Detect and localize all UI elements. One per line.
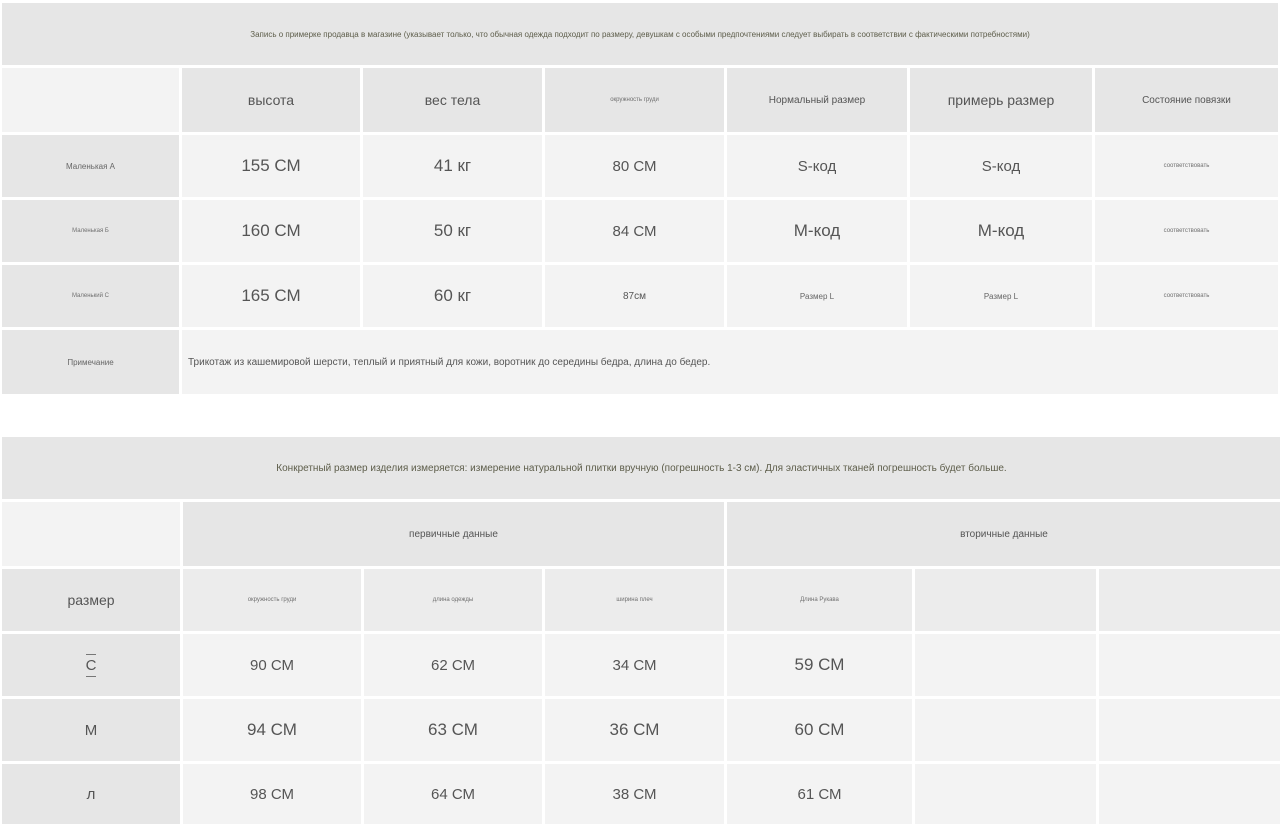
- cell-length: 63 СМ: [364, 699, 542, 761]
- fitting-corner-cell: [2, 68, 179, 132]
- cell-fit-state: соответствовать: [1095, 265, 1278, 327]
- cell-fit-state: соответствовать: [1095, 200, 1278, 262]
- empty-header-cell: [1099, 569, 1280, 631]
- cell-shoulder: 38 СМ: [545, 764, 724, 824]
- measurements-banner: Конкретный размер изделия измеряется: из…: [2, 437, 1280, 499]
- header-bust: окружность груди: [183, 569, 361, 631]
- fitting-table: Запись о примерке продавца в магазине (у…: [2, 3, 1278, 394]
- cell-normal-size: М-код: [727, 200, 907, 262]
- empty-cell: [1099, 634, 1280, 696]
- empty-cell: [915, 764, 1096, 824]
- cell-sleeve: 60 СМ: [727, 699, 912, 761]
- row-label: Маленькая Б: [2, 200, 179, 262]
- cell-weight: 41 кг: [363, 135, 542, 197]
- cell-normal-size: S-код: [727, 135, 907, 197]
- cell-fit-state: соответствовать: [1095, 135, 1278, 197]
- size-label: С: [2, 634, 180, 696]
- group-primary-data: первичные данные: [183, 502, 724, 566]
- cell-bust: 90 СМ: [183, 634, 361, 696]
- size-column-label: размер: [2, 569, 180, 631]
- empty-header-cell: [915, 569, 1096, 631]
- cell-height: 165 СМ: [182, 265, 360, 327]
- divider: [86, 675, 96, 677]
- header-length: длина одежды: [364, 569, 542, 631]
- empty-cell: [915, 634, 1096, 696]
- cell-bust: 80 СМ: [545, 135, 724, 197]
- empty-cell: [1099, 764, 1280, 824]
- header-bust: окружность груди: [545, 68, 724, 132]
- header-shoulder: ширина плеч: [545, 569, 724, 631]
- header-tried-size: примерь размер: [910, 68, 1092, 132]
- row-label: Маленький С: [2, 265, 179, 327]
- cell-weight: 60 кг: [363, 265, 542, 327]
- size-chart-sheet: Запись о примерке продавца в магазине (у…: [0, 0, 1280, 826]
- cell-weight: 50 кг: [363, 200, 542, 262]
- cell-length: 64 СМ: [364, 764, 542, 824]
- header-fit-state: Состояние повязки: [1095, 68, 1278, 132]
- size-label-text: С: [85, 656, 97, 674]
- group-secondary-data: вторичные данные: [727, 502, 1280, 566]
- note-label: Примечание: [2, 330, 179, 394]
- empty-cell: [915, 699, 1096, 761]
- empty-cell: [1099, 699, 1280, 761]
- size-label: л: [2, 764, 180, 824]
- cell-height: 160 СМ: [182, 200, 360, 262]
- header-normal-size: Нормальный размер: [727, 68, 907, 132]
- header-weight: вес тела: [363, 68, 542, 132]
- cell-shoulder: 34 СМ: [545, 634, 724, 696]
- cell-bust: 87см: [545, 265, 724, 327]
- row-label: Маленькая А: [2, 135, 179, 197]
- measurements-corner-cell: [2, 502, 180, 566]
- cell-sleeve: 59 СМ: [727, 634, 912, 696]
- cell-tried-size: М-код: [910, 200, 1092, 262]
- cell-tried-size: Размер L: [910, 265, 1092, 327]
- header-height: высота: [182, 68, 360, 132]
- cell-bust: 94 СМ: [183, 699, 361, 761]
- cell-bust: 98 СМ: [183, 764, 361, 824]
- divider: [86, 653, 96, 655]
- header-sleeve: Длина Рукава: [727, 569, 912, 631]
- cell-sleeve: 61 СМ: [727, 764, 912, 824]
- cell-normal-size: Размер L: [727, 265, 907, 327]
- fitting-banner: Запись о примерке продавца в магазине (у…: [2, 3, 1278, 65]
- cell-bust: 84 СМ: [545, 200, 724, 262]
- cell-length: 62 СМ: [364, 634, 542, 696]
- cell-height: 155 СМ: [182, 135, 360, 197]
- size-label: М: [2, 699, 180, 761]
- cell-tried-size: S-код: [910, 135, 1092, 197]
- note-text: Трикотаж из кашемировой шерсти, теплый и…: [182, 330, 1278, 394]
- measurements-table: Конкретный размер изделия измеряется: из…: [2, 437, 1280, 824]
- cell-shoulder: 36 СМ: [545, 699, 724, 761]
